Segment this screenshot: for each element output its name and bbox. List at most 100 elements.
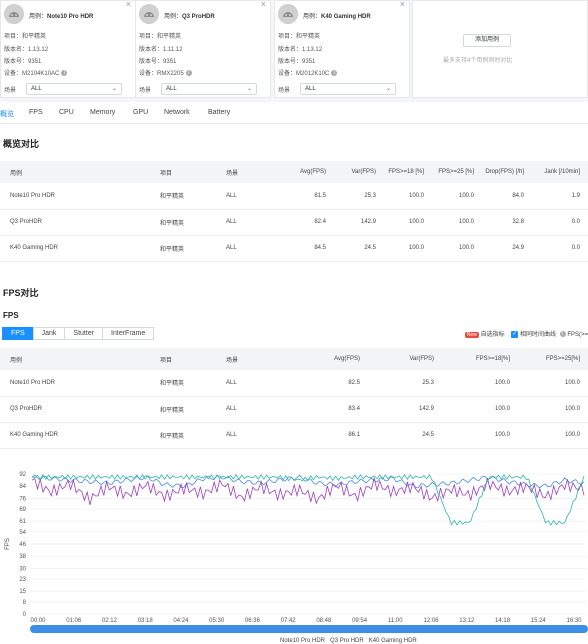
y-tick-label: 0 [23, 612, 27, 618]
chevron-down-icon: ⌄ [246, 86, 252, 92]
col-header[interactable]: 场景 [216, 161, 276, 183]
timeline-scrollbar[interactable] [30, 625, 588, 633]
fps-subtabs: FPS Jank Stutter InterFrame [2, 327, 155, 341]
col-header[interactable]: 用例 [0, 161, 150, 183]
legend-item[interactable]: K40 Gaming HDR [369, 638, 417, 644]
subtab-interframe[interactable]: InterFrame [102, 327, 155, 340]
project-row: 项目：和平精英 [278, 34, 321, 40]
col-header[interactable]: FPS>=25 [%] [432, 161, 482, 183]
scene-label: 场景 [139, 88, 152, 94]
subtab-jank[interactable]: Jank [32, 327, 66, 340]
case-name: Q3 ProHDR [182, 14, 215, 20]
add-case-button[interactable]: 添加用例 [463, 34, 511, 47]
device-row: 设备：M2012K10C i [278, 68, 338, 77]
fps-line-chart: 0 8 15 23 30 38 46 54 61 69 76 84 92 FPS 00:00 01:06 02:… [5, 472, 586, 624]
add-case-hint: 最多支持4个用例同时对比 [443, 58, 513, 64]
subtab-stutter[interactable]: Stutter [64, 327, 104, 340]
tab-gpu[interactable]: GPU [133, 109, 148, 116]
x-tick-label: 15:24 [531, 618, 547, 624]
new-badge: New [464, 332, 479, 338]
checkbox-checked-icon[interactable]: ✓ [511, 330, 519, 338]
tab-network[interactable]: Network [164, 109, 190, 116]
android-icon [278, 4, 298, 24]
info-icon[interactable]: i [61, 70, 68, 77]
tab-battery[interactable]: Battery [208, 109, 230, 116]
y-tick-label: 54 [19, 530, 26, 536]
y-tick-label: 46 [19, 542, 26, 548]
page: 用例：Note10 Pro HDR × 项目：和平精英 版本名：1.13.12 … [0, 0, 588, 644]
x-tick-label: 07:42 [281, 618, 297, 624]
tab-cpu[interactable]: CPU [59, 109, 74, 116]
tab-memory[interactable]: Memory [90, 109, 115, 116]
table-row: Note10 Pro HDR 和平精英 ALL 81.5 25.3 100.0 100.… [0, 183, 588, 210]
x-tick-label: 12:06 [424, 618, 440, 624]
table-header-row: 用例 项目 场景 Avg(FPS) Var(FPS) FPS>=18 [%] F… [0, 161, 588, 183]
col-header[interactable]: 项目 [150, 348, 216, 370]
col-header[interactable]: Avg(FPS) [276, 161, 334, 183]
table-row: Q3 ProHDR 和平精英 ALL 82.4 142.9 100.0 100.0 32.… [0, 209, 588, 236]
fps-table: 用例 项目 场景 Avg(FPS) Var(FPS) FPS>=18[%] FP… [0, 348, 588, 449]
legend-item[interactable]: Note10 Pro HDR [280, 638, 325, 644]
tab-overview[interactable]: 概览 [0, 109, 14, 119]
col-header[interactable]: Var(FPS) [334, 161, 384, 183]
legend-item[interactable]: Q3 Pro HDR [330, 638, 364, 644]
x-tick-label: 05:30 [209, 618, 225, 624]
scene-select[interactable]: ALL ⌄ [26, 83, 122, 95]
version-row: 版本名：1.13.12 [278, 47, 323, 53]
col-header[interactable]: FPS>=18 [%] [384, 161, 432, 183]
device-card-2: 用例：Q3 ProHDR × 项目：和平精英 版本名：1.11.12 版本号：9… [135, 0, 271, 98]
android-icon [139, 4, 159, 24]
device-row: 设备：M2104K10AC i [4, 68, 68, 77]
col-header[interactable]: Drop(FPS) [/h] [482, 161, 532, 183]
user-label: 用例： [164, 14, 183, 20]
col-header[interactable]: Var(FPS) [368, 348, 442, 370]
scene-label: 场景 [4, 88, 17, 94]
y-tick-label: 84 [19, 484, 26, 490]
scene-select-wrap: 场景 ALL ⌄ [4, 83, 124, 95]
version-row: 版本名：1.13.12 [4, 47, 49, 53]
col-header[interactable]: 场景 [216, 348, 304, 370]
info-icon[interactable]: i [331, 70, 338, 77]
build-row: 版本号：9351 [278, 59, 316, 65]
fps-subtitle: FPS [3, 311, 19, 320]
y-tick-label: 23 [19, 577, 26, 583]
info-icon[interactable]: i [559, 331, 566, 338]
scene-select-wrap: 场景 ALL ⌄ [278, 83, 398, 95]
table-row: Q3 ProHDR 和平精英 ALL 83.4 142.9 100.0 100.0 [0, 396, 588, 423]
close-icon[interactable]: × [261, 0, 266, 9]
y-tick-label: 15 [19, 589, 26, 595]
col-header[interactable]: FPS>=18[%] [442, 348, 518, 370]
metric-tabs: 概览 FPS CPU Memory GPU Network Battery [0, 104, 588, 124]
overview-table: 用例 项目 场景 Avg(FPS) Var(FPS) FPS>=18 [%] F… [0, 161, 588, 262]
col-header[interactable]: Avg(FPS) [304, 348, 368, 370]
device-card-3: 用例：K40 Gaming HDR × 项目：和平精英 版本名：1.13.12 … [274, 0, 410, 98]
series-line-2[interactable] [31, 477, 585, 505]
device-row: 设备：RMX2205 i [139, 68, 192, 77]
tab-fps[interactable]: FPS [29, 109, 43, 116]
x-tick-label: 09:54 [352, 618, 368, 624]
x-tick-label: 13:12 [459, 618, 475, 624]
close-icon[interactable]: × [126, 0, 131, 9]
col-header[interactable]: 项目 [150, 161, 216, 183]
y-tick-label: 69 [19, 507, 26, 513]
scene-label: 场景 [278, 88, 291, 94]
scrollbar-thumb[interactable] [30, 625, 588, 633]
col-header[interactable]: 用例 [0, 348, 150, 370]
subtab-fps[interactable]: FPS [2, 327, 34, 340]
x-tick-label: 06:36 [245, 618, 261, 624]
overview-title: 概览对比 [3, 139, 40, 149]
y-tick-label: 76 [19, 496, 26, 502]
scene-select[interactable]: ALL ⌄ [300, 83, 396, 95]
project-row: 项目：和平精英 [139, 34, 182, 40]
series-line-3[interactable] [31, 474, 585, 526]
custom-metric-link[interactable]: 自选指标 [481, 332, 505, 338]
info-icon[interactable]: i [185, 70, 192, 77]
scene-select[interactable]: ALL ⌄ [161, 83, 257, 95]
fps-threshold-label: FPS(>= [567, 332, 588, 338]
close-icon[interactable]: × [400, 0, 405, 9]
project-row: 项目：和平精英 [4, 34, 47, 40]
chevron-down-icon: ⌄ [385, 86, 391, 92]
col-header[interactable]: Jank [/10min] [532, 161, 588, 183]
col-header[interactable]: FPS>=25[%] [518, 348, 588, 370]
x-tick-label: 11:00 [388, 618, 403, 624]
